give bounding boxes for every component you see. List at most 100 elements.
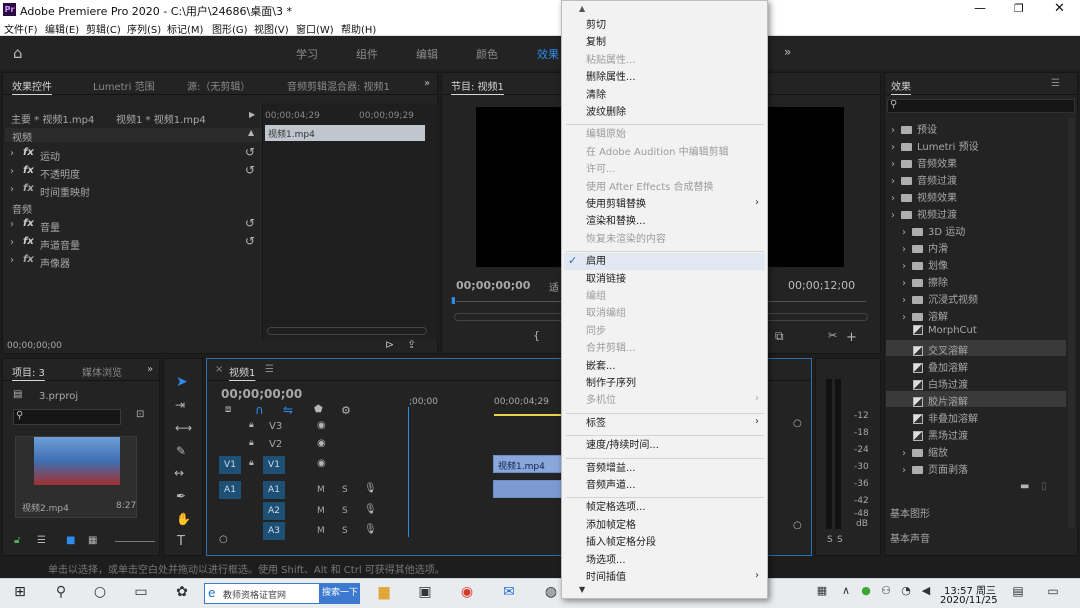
close-sequence-icon[interactable]: × xyxy=(215,364,223,375)
effect-folder[interactable]: › 擦除 xyxy=(902,274,948,289)
video-clip[interactable]: 视频1.mp4 xyxy=(493,455,563,473)
chevron-right-icon[interactable]: › xyxy=(891,125,895,136)
icon-view-icon[interactable]: ■ xyxy=(66,536,75,546)
compare-icon[interactable]: ⧉ xyxy=(775,330,784,342)
app-icon[interactable]: ◍ xyxy=(541,584,561,604)
eye-icon[interactable]: ◉ xyxy=(317,459,326,469)
workspace-tab-assembly[interactable]: 组件 xyxy=(356,46,378,62)
context-menu-item[interactable]: 删除属性... xyxy=(586,70,756,85)
tab-project[interactable]: 项目: 3 xyxy=(12,364,45,379)
bin-search-icon[interactable]: ⊡ xyxy=(136,410,144,420)
context-menu-item[interactable]: 使用剪辑替换 xyxy=(586,197,756,212)
effects-title[interactable]: 效果 xyxy=(891,78,911,93)
reset-channel-volume-icon[interactable]: ↺ xyxy=(245,235,255,247)
chevron-right-icon[interactable]: › xyxy=(891,142,895,153)
delete-icon[interactable]: ▯ xyxy=(1041,482,1047,492)
effect-preset[interactable]: MorphCut xyxy=(913,325,977,336)
chrome-icon[interactable]: ◉ xyxy=(457,584,477,604)
panel-overflow-icon[interactable]: » xyxy=(424,78,430,89)
chevron-right-icon[interactable]: › xyxy=(902,448,906,459)
scroll-up-icon[interactable]: ▲ xyxy=(579,4,585,13)
browser-search-button[interactable]: 搜索一下 xyxy=(320,583,360,604)
effect-folder[interactable]: › 视频效果 xyxy=(891,189,957,204)
effect-panner[interactable]: 声像器 xyxy=(40,255,70,270)
track-v2-label[interactable]: V2 xyxy=(269,439,282,450)
chevron-right-icon[interactable]: › xyxy=(902,312,906,323)
track-select-tool-icon[interactable]: ⇥ xyxy=(175,399,185,411)
chevron-right-icon[interactable]: › xyxy=(902,465,906,476)
tray-app-icon[interactable]: ⚇ xyxy=(876,584,896,604)
context-menu-item[interactable]: 波纹删除 xyxy=(586,105,756,120)
program-timecode[interactable]: 00;00;00;00 xyxy=(456,279,530,292)
taskbar-search-icon[interactable]: ⚲ xyxy=(51,584,71,604)
tab-effect-controls[interactable]: 效果控件 xyxy=(12,78,52,93)
effect-preset[interactable]: 叠加溶解 xyxy=(913,359,968,374)
file-explorer-icon[interactable]: ▆ xyxy=(374,584,394,604)
maximize-icon[interactable]: ❐ xyxy=(1014,2,1024,15)
effect-folder[interactable]: › 内滑 xyxy=(902,240,948,255)
reset-opacity-icon[interactable]: ↺ xyxy=(245,164,255,176)
reset-volume-icon[interactable]: ↺ xyxy=(245,217,255,229)
project-search-input[interactable] xyxy=(13,409,121,425)
essential-graphics-tab[interactable]: 基本图形 xyxy=(890,505,930,520)
effect-channel-volume[interactable]: 声道音量 xyxy=(40,237,80,252)
chevron-right-icon[interactable]: › xyxy=(891,193,895,204)
effect-folder[interactable]: › 视频过渡 xyxy=(891,206,957,221)
effect-folder[interactable]: › 页面剥落 xyxy=(902,461,968,476)
clip-thumbnail[interactable]: 视频2.mp4 8:27 xyxy=(15,436,137,518)
context-menu-item[interactable]: 速度/持续时间... xyxy=(586,438,756,453)
menu-graphics[interactable]: 图形(G) xyxy=(212,21,248,36)
pen-tool-icon[interactable]: ✒ xyxy=(176,490,186,502)
chevron-right-icon[interactable]: › xyxy=(902,295,906,306)
solo-right-button[interactable]: S xyxy=(837,535,843,545)
menu-help[interactable]: 帮助(H) xyxy=(341,21,376,36)
windows-start-icon[interactable]: ⊞ xyxy=(10,584,30,604)
sequence-menu-icon[interactable]: ☰ xyxy=(265,364,274,375)
menu-file[interactable]: 文件(F) xyxy=(4,21,38,36)
tab-media-browser[interactable]: 媒体浏览 xyxy=(82,364,122,379)
more-workspaces-icon[interactable]: » xyxy=(784,45,791,59)
tab-lumetri-scopes[interactable]: Lumetri 范围 xyxy=(93,78,155,93)
effect-preset[interactable]: 胶片溶解 xyxy=(913,393,968,408)
action-center-icon[interactable]: ▭ xyxy=(1043,584,1063,604)
mute-button[interactable]: M xyxy=(317,506,325,516)
scroll-down-icon[interactable]: ▼ xyxy=(579,585,585,594)
hscroll-knob[interactable]: ○ xyxy=(219,535,228,545)
track-v1-label[interactable]: V1 xyxy=(263,456,285,474)
expand-motion-icon[interactable]: › xyxy=(10,148,14,159)
panel-overflow-icon[interactable]: » xyxy=(147,364,153,375)
mic-icon[interactable]: 🎙︎ xyxy=(364,484,377,494)
browser-search-box[interactable]: e 教师资格证官网 xyxy=(204,583,320,604)
workspace-tab-color[interactable]: 颜色 xyxy=(476,46,498,62)
effect-time-remapping[interactable]: 时间重映射 xyxy=(40,184,90,199)
track-a2-label[interactable]: A2 xyxy=(263,502,285,520)
ripple-edit-tool-icon[interactable]: ⟷ xyxy=(175,422,192,434)
mute-button[interactable]: M xyxy=(317,485,325,495)
volume-icon[interactable]: ◀ xyxy=(916,584,936,604)
clock-date[interactable]: 2020/11/25 xyxy=(940,595,998,606)
lock-icon[interactable]: 🔓︎ xyxy=(14,536,20,546)
reset-motion-icon[interactable]: ↺ xyxy=(245,146,255,158)
vscroll-knob[interactable]: ○ xyxy=(793,521,802,531)
effects-search-input[interactable] xyxy=(887,99,1075,113)
new-bin-icon[interactable]: ▬ xyxy=(1020,482,1029,492)
lock-track-icon[interactable]: 🔒︎ xyxy=(249,459,254,468)
mic-icon[interactable]: 🎙︎ xyxy=(364,505,377,515)
chevron-right-icon[interactable]: › xyxy=(891,210,895,221)
menu-sequence[interactable]: 序列(S) xyxy=(127,21,161,36)
mark-in-icon[interactable]: { xyxy=(533,330,540,341)
menu-view[interactable]: 视图(V) xyxy=(254,21,289,36)
chevron-right-icon[interactable]: › xyxy=(902,278,906,289)
program-title[interactable]: 节目: 视频1 xyxy=(451,78,504,93)
context-menu-item[interactable]: 时间插值 xyxy=(586,570,756,585)
effect-preset[interactable]: 黑场过渡 xyxy=(913,427,968,442)
cortana-icon[interactable]: ○ xyxy=(90,584,110,604)
menu-clip[interactable]: 剪辑(C) xyxy=(86,21,121,36)
timeline-playhead[interactable] xyxy=(408,407,409,537)
expand-opacity-icon[interactable]: › xyxy=(10,166,14,177)
type-tool-icon[interactable]: T xyxy=(177,535,185,548)
context-menu-item[interactable]: 场选项... xyxy=(586,553,756,568)
timeline-timecode[interactable]: 00;00;00;00 xyxy=(221,387,302,401)
context-menu-item[interactable]: 渲染和替换... xyxy=(586,214,756,229)
solo-button[interactable]: S xyxy=(342,485,348,495)
